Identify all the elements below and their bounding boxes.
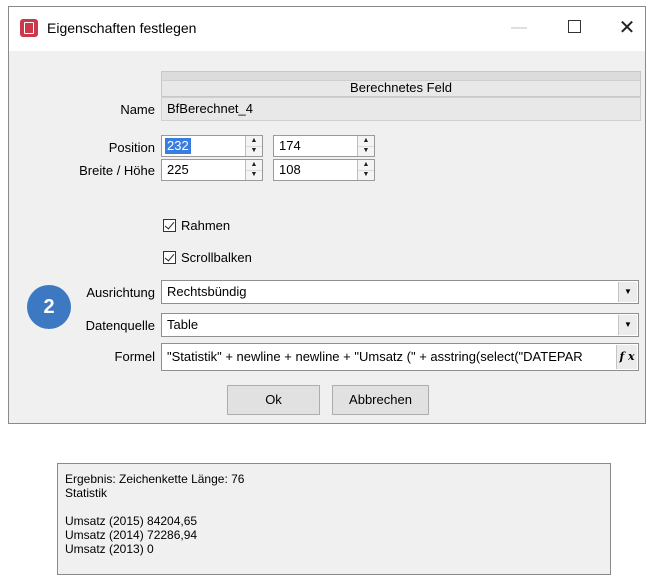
scrollbars-checkbox-label[interactable]: Scrollbalken — [181, 250, 252, 265]
result-line — [65, 500, 610, 514]
spin-down-icon[interactable]: ▼ — [358, 170, 374, 180]
field-type-label: Berechnetes Feld — [350, 80, 452, 95]
alignment-select[interactable]: Rechtsbündig ▼ — [161, 280, 639, 304]
width-arrows[interactable]: ▲ ▼ — [245, 160, 262, 180]
formula-label: Formel — [114, 349, 155, 364]
name-field[interactable]: BfBerechnet_4 — [161, 97, 641, 121]
ok-button[interactable]: Ok — [227, 385, 320, 415]
field-type-header: Berechnetes Feld — [161, 71, 641, 97]
position-y-stepper[interactable]: 174 ▲ ▼ — [273, 135, 375, 157]
result-line: Umsatz (2013) 0 — [65, 542, 154, 556]
maximize-button[interactable] — [554, 13, 594, 43]
name-label: Name — [120, 102, 155, 117]
alignment-label: Ausrichtung — [86, 285, 155, 300]
position-y-arrows[interactable]: ▲ ▼ — [357, 136, 374, 156]
datasource-label: Datenquelle — [85, 318, 155, 333]
title-bar: Eigenschaften festlegen — ✕ — [9, 7, 645, 51]
result-line: Umsatz (2014) 72286,94 — [65, 528, 198, 542]
function-icon[interactable]: f x — [616, 345, 637, 369]
position-x-value[interactable]: 232 — [165, 138, 191, 154]
datasource-select[interactable]: Table ▼ — [161, 313, 639, 337]
position-x-arrows[interactable]: ▲ ▼ — [245, 136, 262, 156]
height-stepper[interactable]: 108 ▲ ▼ — [273, 159, 375, 181]
spin-down-icon[interactable]: ▼ — [358, 146, 374, 156]
dialog-title: Eigenschaften festlegen — [47, 20, 197, 36]
formula-field[interactable]: "Statistik" + newline + newline + "Umsat… — [161, 343, 639, 371]
close-button[interactable]: ✕ — [607, 13, 647, 43]
height-value[interactable]: 108 — [277, 162, 303, 178]
properties-dialog: Eigenschaften festlegen — ✕ Berechnetes … — [8, 6, 646, 424]
chevron-down-icon[interactable]: ▼ — [618, 315, 637, 335]
maximize-icon — [567, 20, 581, 34]
app-icon — [20, 19, 38, 37]
result-line: Umsatz (2015) 84204,65 — [65, 514, 198, 528]
chevron-down-icon[interactable]: ▼ — [618, 282, 637, 302]
width-value[interactable]: 225 — [165, 162, 191, 178]
width-stepper[interactable]: 225 ▲ ▼ — [161, 159, 263, 181]
height-arrows[interactable]: ▲ ▼ — [357, 160, 374, 180]
cancel-button[interactable]: Abbrechen — [332, 385, 429, 415]
minimize-button[interactable]: — — [499, 13, 539, 43]
datasource-value[interactable]: Table — [167, 317, 198, 332]
formula-value[interactable]: "Statistik" + newline + newline + "Umsat… — [167, 349, 614, 364]
frame-checkbox[interactable] — [163, 219, 176, 232]
spin-down-icon[interactable]: ▼ — [246, 146, 262, 156]
alignment-value[interactable]: Rechtsbündig — [167, 284, 247, 299]
result-preview: Ergebnis: Zeichenkette Länge: 76 Statist… — [57, 463, 611, 575]
spin-down-icon[interactable]: ▼ — [246, 170, 262, 180]
scrollbars-checkbox[interactable] — [163, 251, 176, 264]
position-y-value[interactable]: 174 — [277, 138, 303, 154]
position-label: Position — [108, 140, 155, 155]
frame-checkbox-label[interactable]: Rahmen — [181, 218, 230, 233]
size-label: Breite / Höhe — [79, 163, 155, 178]
position-x-stepper[interactable]: 232 ▲ ▼ — [161, 135, 263, 157]
result-line: Ergebnis: Zeichenkette Länge: 76 — [65, 472, 245, 486]
result-line: Statistik — [65, 486, 108, 500]
